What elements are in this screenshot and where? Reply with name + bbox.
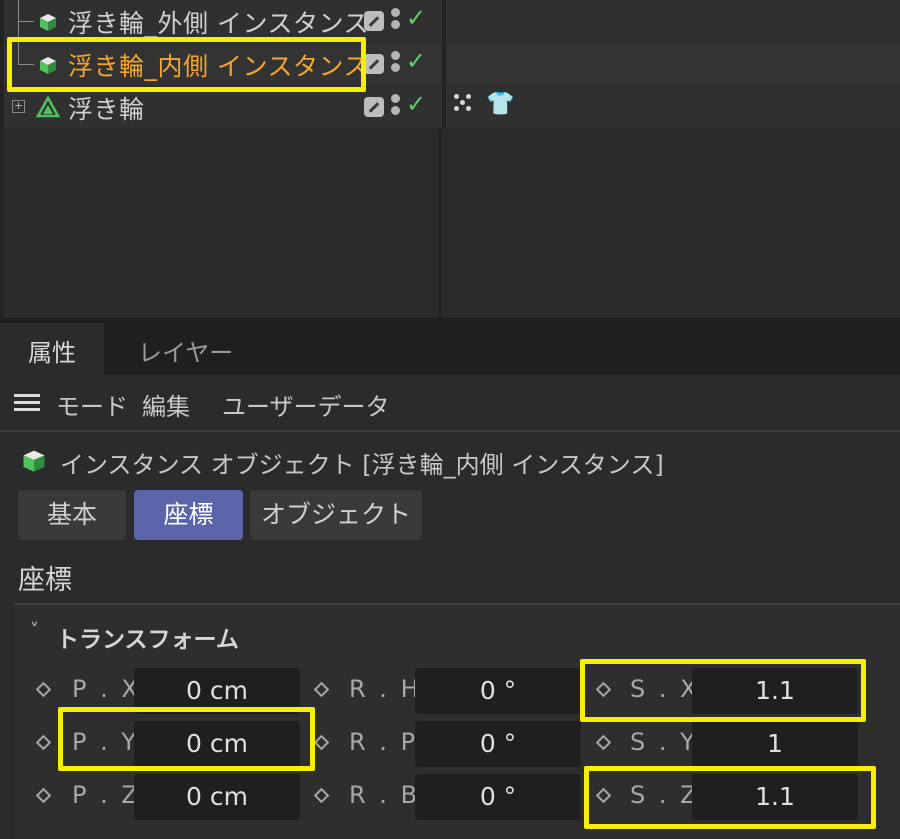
section-title: 座標 [18, 565, 72, 596]
cloth-tag-icon[interactable]: 👕 [486, 90, 515, 117]
tab-coord-button[interactable]: 座標 [134, 490, 243, 540]
chevron-down-icon[interactable]: ˅ [30, 620, 39, 641]
tree-line [18, 21, 34, 22]
object-title: インスタンス オブジェクト [浮き輪_内側 インスタンス] [60, 451, 664, 479]
field-pz[interactable]: 0 cm [134, 774, 300, 820]
tree-line [18, 64, 34, 65]
param-label-rb: R . B [349, 781, 421, 809]
object-row-float-ring[interactable]: + 浮き輪 ✓ 👕 [4, 86, 900, 128]
attribute-menubar: モード 編集 ユーザーデータ [0, 375, 900, 430]
tree-line [18, 22, 19, 64]
param-label-px: P . X [72, 675, 141, 703]
param-label-rh: R . H [349, 675, 422, 703]
tab-basic-button[interactable]: 基本 [18, 490, 126, 540]
object-name[interactable]: 浮き輪 [68, 90, 145, 126]
field-rh[interactable]: 0 ° [415, 668, 581, 714]
field-px[interactable]: 0 cm [134, 668, 300, 714]
tree-line [18, 0, 19, 22]
polygon-object-icon [36, 95, 60, 118]
tab-attributes[interactable]: 属性 [0, 323, 104, 375]
object-row-outer-instance[interactable]: 浮き輪_外側 インスタンス ✓ [4, 0, 900, 42]
column-divider [438, 129, 442, 318]
menu-mode[interactable]: モード [56, 387, 128, 422]
menu-edit[interactable]: 編集 [142, 387, 190, 422]
visibility-dots-icon[interactable] [391, 51, 401, 79]
param-label-sx: S . X [630, 675, 700, 703]
field-sy[interactable]: 1 [692, 721, 858, 767]
field-rb[interactable]: 0 ° [415, 774, 581, 820]
tab-object-button[interactable]: オブジェクト [250, 490, 422, 540]
instance-object-icon [23, 450, 45, 472]
tags-column [442, 0, 900, 42]
enabled-check-icon[interactable]: ✓ [406, 47, 426, 75]
tab-layers[interactable]: レイヤー [110, 323, 261, 375]
phong-tag-icon[interactable] [454, 94, 476, 116]
field-sz[interactable]: 1.1 [692, 774, 858, 820]
param-label-sz: S . Z [630, 781, 700, 809]
divider [0, 430, 900, 432]
field-rp[interactable]: 0 ° [415, 721, 581, 767]
object-name[interactable]: 浮き輪_内側 インスタンス [68, 47, 369, 83]
param-label-pz: P . Z [72, 781, 141, 809]
object-row-inner-instance[interactable]: 浮き輪_内側 インスタンス ✓ [4, 22, 900, 85]
object-name[interactable]: 浮き輪_外側 インスタンス [68, 4, 369, 40]
hamburger-menu-icon[interactable] [14, 394, 40, 412]
field-py[interactable]: 0 cm [134, 721, 300, 767]
enabled-check-icon[interactable]: ✓ [406, 90, 426, 118]
param-label-sy: S . Y [630, 728, 698, 756]
menu-user-data[interactable]: ユーザーデータ [222, 387, 390, 422]
attribute-tabs: 属性 レイヤー [0, 323, 900, 375]
visibility-dots-icon[interactable] [391, 94, 401, 122]
edit-icon[interactable] [364, 54, 384, 74]
tags-column [442, 43, 900, 85]
enabled-check-icon[interactable]: ✓ [406, 4, 426, 32]
edit-icon[interactable] [364, 97, 384, 117]
instance-object-icon [40, 57, 56, 74]
group-title[interactable]: トランスフォーム [56, 620, 239, 654]
tags-column: 👕 [442, 86, 900, 128]
visibility-dots-icon[interactable] [391, 8, 401, 36]
expand-plus-icon[interactable]: + [12, 100, 25, 113]
param-label-py: P . Y [72, 728, 140, 756]
edit-icon[interactable] [364, 11, 384, 31]
field-sx[interactable]: 1.1 [692, 668, 858, 714]
object-manager: 浮き輪_外側 インスタンス ✓ 浮き輪_内側 インスタンス ✓ + 浮き輪 ✓ [0, 0, 900, 318]
instance-object-icon [40, 14, 56, 31]
param-label-rp: R . P [349, 728, 419, 756]
